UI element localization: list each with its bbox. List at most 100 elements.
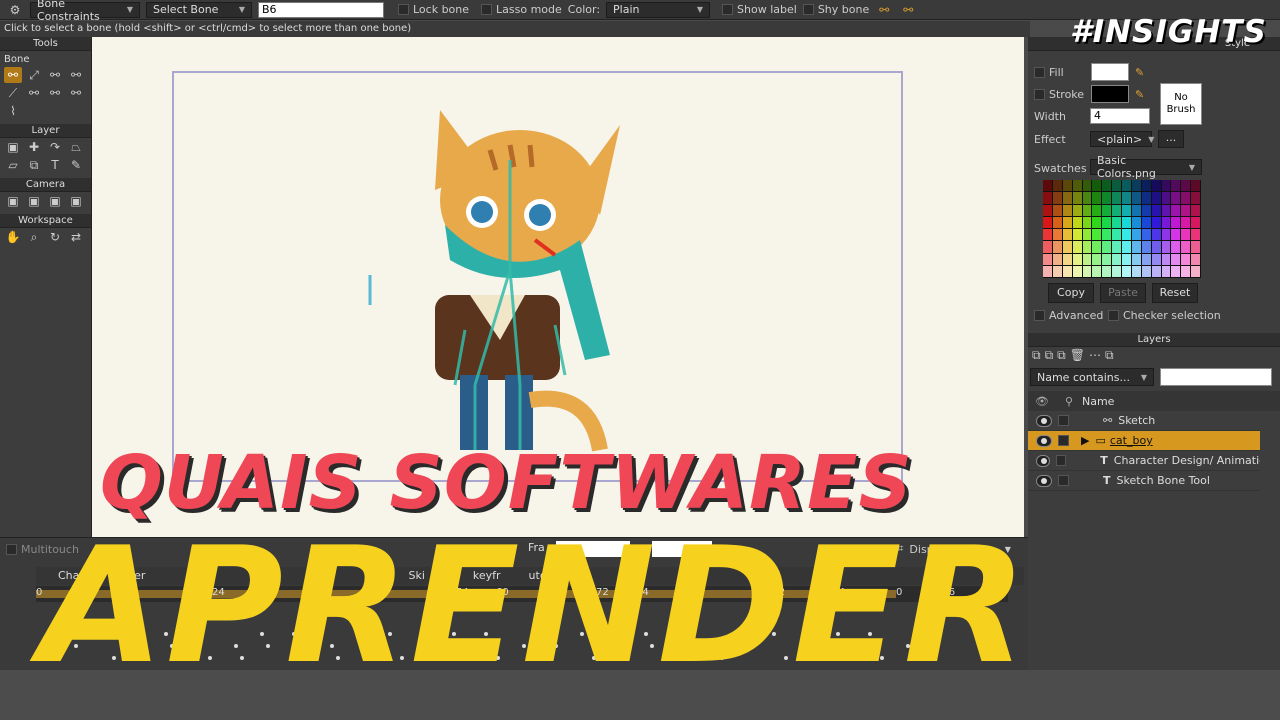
layer-row-sketch-bone-tool[interactable]: T Sketch Bone Tool xyxy=(1028,471,1260,491)
swatch-cell[interactable] xyxy=(1191,241,1200,253)
swatch-cell[interactable] xyxy=(1171,265,1181,277)
roll-camera-icon[interactable]: ▣ xyxy=(46,193,64,209)
swatch-cell[interactable] xyxy=(1052,241,1062,253)
rotate-layer-icon[interactable]: ↷ xyxy=(46,139,64,155)
pencil-icon[interactable]: ✎ xyxy=(1135,88,1144,101)
swatch-cell[interactable] xyxy=(1052,265,1062,277)
bone-name-input[interactable]: B6 xyxy=(258,1,384,18)
swatch-cell[interactable] xyxy=(1181,180,1191,192)
switch-layer-icon[interactable]: ⧉ xyxy=(25,157,43,173)
swatch-cell[interactable] xyxy=(1191,265,1200,277)
swatch-cell[interactable] xyxy=(1102,253,1112,265)
swatch-cell[interactable] xyxy=(1072,253,1082,265)
layer-row-sketch[interactable]: ⚯ Sketch xyxy=(1028,411,1260,431)
no-brush-button[interactable]: No Brush xyxy=(1160,83,1202,125)
more-icon[interactable]: ⋯ xyxy=(1089,348,1101,363)
eye-icon[interactable] xyxy=(1036,414,1052,427)
track-camera-icon[interactable]: ▣ xyxy=(4,193,22,209)
swatch-cell[interactable] xyxy=(1131,204,1141,216)
swatch-cell[interactable] xyxy=(1102,204,1112,216)
swatch-cell[interactable] xyxy=(1171,180,1181,192)
swatch-cell[interactable] xyxy=(1102,180,1112,192)
swatch-cell[interactable] xyxy=(1181,253,1191,265)
swatch-cell[interactable] xyxy=(1112,180,1121,192)
swatch-cell[interactable] xyxy=(1062,265,1072,277)
paste-button[interactable]: Paste xyxy=(1100,283,1146,303)
rotate-workspace-icon[interactable]: ↻ xyxy=(46,229,64,245)
swatch-cell[interactable] xyxy=(1181,204,1191,216)
swatch-cell[interactable] xyxy=(1072,241,1082,253)
delete-layer-icon[interactable]: 🗑 xyxy=(1070,348,1085,363)
swatch-cell[interactable] xyxy=(1072,204,1082,216)
swatch-cell[interactable] xyxy=(1052,180,1062,192)
swatch-cell[interactable] xyxy=(1062,241,1072,253)
swatch-cell[interactable] xyxy=(1141,180,1151,192)
swatch-cell[interactable] xyxy=(1072,229,1082,241)
group-layer-icon[interactable]: ⧉ xyxy=(1057,348,1066,363)
swatch-cell[interactable] xyxy=(1043,265,1052,277)
swatch-cell[interactable] xyxy=(1171,216,1181,228)
offset-bone-tool-icon[interactable]: ⌇ xyxy=(4,103,22,119)
swatch-cell[interactable] xyxy=(1171,204,1181,216)
swatch-cell[interactable] xyxy=(1122,229,1131,241)
checkbox-box[interactable] xyxy=(1108,310,1119,321)
swatch-grid[interactable] xyxy=(1043,180,1201,278)
swatch-cell[interactable] xyxy=(1072,216,1082,228)
hand-icon[interactable]: ✋ xyxy=(4,229,22,245)
checkbox-box[interactable] xyxy=(6,544,17,555)
swatch-cell[interactable] xyxy=(1161,204,1171,216)
checkbox-box[interactable] xyxy=(1034,310,1045,321)
swatch-cell[interactable] xyxy=(1141,229,1151,241)
swatch-cell[interactable] xyxy=(1141,216,1151,228)
swatch-cell[interactable] xyxy=(1171,241,1181,253)
swatch-cell[interactable] xyxy=(1131,241,1141,253)
show-label-checkbox[interactable]: Show label xyxy=(722,3,797,16)
swatch-cell[interactable] xyxy=(1191,216,1200,228)
swatch-cell[interactable] xyxy=(1141,192,1151,204)
layer-settings-icon[interactable]: ⧉ xyxy=(1105,348,1114,363)
zoom-camera-icon[interactable]: ▣ xyxy=(25,193,43,209)
swatch-cell[interactable] xyxy=(1141,265,1151,277)
swatch-cell[interactable] xyxy=(1131,265,1141,277)
swatch-cell[interactable] xyxy=(1072,180,1082,192)
swatch-cell[interactable] xyxy=(1112,204,1121,216)
shy-bone-checkbox[interactable]: Shy bone xyxy=(802,3,869,16)
swatch-cell[interactable] xyxy=(1082,253,1092,265)
swatch-cell[interactable] xyxy=(1161,253,1171,265)
effect-dropdown[interactable]: <plain> ▼ xyxy=(1090,131,1154,147)
swatch-cell[interactable] xyxy=(1112,265,1121,277)
duplicate-layer-icon[interactable]: ⧉ xyxy=(1045,348,1054,363)
swatch-cell[interactable] xyxy=(1191,253,1200,265)
swatch-cell[interactable] xyxy=(1181,265,1191,277)
reparent-bone-tool-icon[interactable]: ⚯ xyxy=(67,67,85,83)
swatch-cell[interactable] xyxy=(1122,204,1131,216)
swatch-cell[interactable] xyxy=(1151,180,1161,192)
eye-icon[interactable] xyxy=(1036,454,1051,467)
swatch-cell[interactable] xyxy=(1151,241,1161,253)
swatch-cell[interactable] xyxy=(1161,180,1171,192)
swatch-cell[interactable] xyxy=(1082,192,1092,204)
layer-checkbox[interactable] xyxy=(1058,435,1069,446)
swatch-cell[interactable] xyxy=(1062,216,1072,228)
text-tool-icon[interactable]: T xyxy=(46,157,64,173)
swatch-cell[interactable] xyxy=(1112,192,1121,204)
swatch-cell[interactable] xyxy=(1112,229,1121,241)
reset-button[interactable]: Reset xyxy=(1152,283,1198,303)
swatch-cell[interactable] xyxy=(1112,216,1121,228)
swatch-cell[interactable] xyxy=(1082,229,1092,241)
swatch-cell[interactable] xyxy=(1181,241,1191,253)
bone-strength-tool-icon[interactable]: ⟋ xyxy=(4,85,22,101)
swatch-cell[interactable] xyxy=(1082,265,1092,277)
swatch-cell[interactable] xyxy=(1052,216,1062,228)
swatch-cell[interactable] xyxy=(1092,180,1102,192)
swatch-cell[interactable] xyxy=(1102,229,1112,241)
swatch-cell[interactable] xyxy=(1151,253,1161,265)
swatch-cell[interactable] xyxy=(1161,241,1171,253)
swatch-cell[interactable] xyxy=(1072,192,1082,204)
swatch-cell[interactable] xyxy=(1112,241,1121,253)
swatch-cell[interactable] xyxy=(1122,216,1131,228)
swatch-cell[interactable] xyxy=(1181,229,1191,241)
width-input[interactable]: 4 xyxy=(1090,108,1150,124)
swatch-cell[interactable] xyxy=(1102,216,1112,228)
swatch-cell[interactable] xyxy=(1181,216,1191,228)
